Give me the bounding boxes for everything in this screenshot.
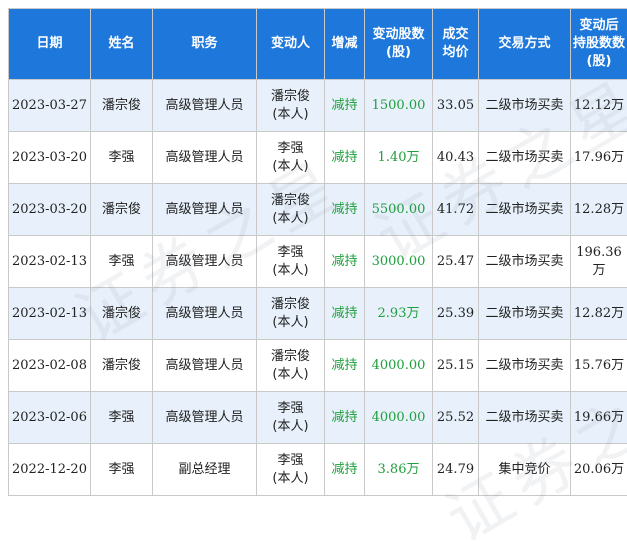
cell-changer: 潘宗俊(本人) bbox=[257, 340, 325, 392]
cell-shares: 4000.00 bbox=[365, 340, 433, 392]
cell-position: 高级管理人员 bbox=[153, 392, 257, 444]
cell-changer: 李强(本人) bbox=[257, 444, 325, 496]
table-row[interactable]: 2022-12-20李强副总经理李强(本人)减持3.86万24.79集中竞价20… bbox=[9, 444, 627, 496]
cell-date: 2023-03-27 bbox=[9, 80, 91, 132]
table-row[interactable]: 2023-02-06李强高级管理人员李强(本人)减持4000.0025.52二级… bbox=[9, 392, 627, 444]
cell-position: 高级管理人员 bbox=[153, 236, 257, 288]
cell-price: 25.47 bbox=[433, 236, 479, 288]
cell-shares: 5500.00 bbox=[365, 184, 433, 236]
table-header-row: 日期 姓名 职务 变动人 增减 变动股数(股) 成交均价 交易方式 变动后持股数… bbox=[9, 9, 627, 80]
cell-changer: 李强(本人) bbox=[257, 132, 325, 184]
cell-direction: 减持 bbox=[325, 184, 365, 236]
cell-holding: 15.76万 bbox=[571, 340, 627, 392]
table-row[interactable]: 2023-02-13潘宗俊高级管理人员潘宗俊(本人)减持2.93万25.39二级… bbox=[9, 288, 627, 340]
cell-changer: 潘宗俊(本人) bbox=[257, 80, 325, 132]
cell-price: 24.79 bbox=[433, 444, 479, 496]
cell-holding: 196.36万 bbox=[571, 236, 627, 288]
cell-date: 2023-02-06 bbox=[9, 392, 91, 444]
table-row[interactable]: 2023-03-20李强高级管理人员李强(本人)减持1.40万40.43二级市场… bbox=[9, 132, 627, 184]
column-header-price[interactable]: 成交均价 bbox=[433, 9, 479, 80]
cell-direction: 减持 bbox=[325, 80, 365, 132]
cell-name: 李强 bbox=[91, 236, 153, 288]
column-header-changer[interactable]: 变动人 bbox=[257, 9, 325, 80]
table-row[interactable]: 2023-02-13李强高级管理人员李强(本人)减持3000.0025.47二级… bbox=[9, 236, 627, 288]
table-row[interactable]: 2023-03-20潘宗俊高级管理人员潘宗俊(本人)减持5500.0041.72… bbox=[9, 184, 627, 236]
cell-price: 41.72 bbox=[433, 184, 479, 236]
cell-holding: 12.28万 bbox=[571, 184, 627, 236]
cell-method: 二级市场买卖 bbox=[479, 340, 571, 392]
insider-trading-table-container: 日期 姓名 职务 变动人 增减 变动股数(股) 成交均价 交易方式 变动后持股数… bbox=[8, 8, 627, 496]
cell-direction: 减持 bbox=[325, 392, 365, 444]
cell-price: 33.05 bbox=[433, 80, 479, 132]
insider-trading-table: 日期 姓名 职务 变动人 增减 变动股数(股) 成交均价 交易方式 变动后持股数… bbox=[8, 8, 627, 496]
cell-changer: 李强(本人) bbox=[257, 392, 325, 444]
cell-changer: 李强(本人) bbox=[257, 236, 325, 288]
cell-name: 潘宗俊 bbox=[91, 340, 153, 392]
cell-direction: 减持 bbox=[325, 236, 365, 288]
cell-date: 2023-02-08 bbox=[9, 340, 91, 392]
cell-name: 潘宗俊 bbox=[91, 80, 153, 132]
cell-date: 2023-03-20 bbox=[9, 132, 91, 184]
cell-changer: 潘宗俊(本人) bbox=[257, 184, 325, 236]
cell-shares: 3.86万 bbox=[365, 444, 433, 496]
table-body: 2023-03-27潘宗俊高级管理人员潘宗俊(本人)减持1500.0033.05… bbox=[9, 80, 627, 496]
column-header-direction[interactable]: 增减 bbox=[325, 9, 365, 80]
cell-position: 高级管理人员 bbox=[153, 288, 257, 340]
cell-holding: 12.12万 bbox=[571, 80, 627, 132]
cell-method: 二级市场买卖 bbox=[479, 392, 571, 444]
cell-price: 25.15 bbox=[433, 340, 479, 392]
cell-price: 40.43 bbox=[433, 132, 479, 184]
cell-date: 2022-12-20 bbox=[9, 444, 91, 496]
cell-price: 25.39 bbox=[433, 288, 479, 340]
cell-holding: 12.82万 bbox=[571, 288, 627, 340]
cell-holding: 20.06万 bbox=[571, 444, 627, 496]
cell-method: 二级市场买卖 bbox=[479, 80, 571, 132]
cell-direction: 减持 bbox=[325, 132, 365, 184]
column-header-method[interactable]: 交易方式 bbox=[479, 9, 571, 80]
column-header-name[interactable]: 姓名 bbox=[91, 9, 153, 80]
cell-shares: 1.40万 bbox=[365, 132, 433, 184]
cell-direction: 减持 bbox=[325, 288, 365, 340]
cell-method: 集中竞价 bbox=[479, 444, 571, 496]
cell-holding: 19.66万 bbox=[571, 392, 627, 444]
cell-position: 高级管理人员 bbox=[153, 340, 257, 392]
cell-name: 李强 bbox=[91, 444, 153, 496]
cell-name: 李强 bbox=[91, 392, 153, 444]
cell-position: 高级管理人员 bbox=[153, 132, 257, 184]
cell-date: 2023-02-13 bbox=[9, 288, 91, 340]
table-row[interactable]: 2023-03-27潘宗俊高级管理人员潘宗俊(本人)减持1500.0033.05… bbox=[9, 80, 627, 132]
cell-holding: 17.96万 bbox=[571, 132, 627, 184]
column-header-date[interactable]: 日期 bbox=[9, 9, 91, 80]
column-header-shares[interactable]: 变动股数(股) bbox=[365, 9, 433, 80]
cell-position: 副总经理 bbox=[153, 444, 257, 496]
cell-direction: 减持 bbox=[325, 340, 365, 392]
cell-shares: 3000.00 bbox=[365, 236, 433, 288]
cell-shares: 4000.00 bbox=[365, 392, 433, 444]
cell-method: 二级市场买卖 bbox=[479, 184, 571, 236]
column-header-position[interactable]: 职务 bbox=[153, 9, 257, 80]
cell-date: 2023-03-20 bbox=[9, 184, 91, 236]
cell-shares: 2.93万 bbox=[365, 288, 433, 340]
cell-method: 二级市场买卖 bbox=[479, 132, 571, 184]
cell-shares: 1500.00 bbox=[365, 80, 433, 132]
table-row[interactable]: 2023-02-08潘宗俊高级管理人员潘宗俊(本人)减持4000.0025.15… bbox=[9, 340, 627, 392]
cell-method: 二级市场买卖 bbox=[479, 288, 571, 340]
cell-position: 高级管理人员 bbox=[153, 80, 257, 132]
cell-name: 潘宗俊 bbox=[91, 288, 153, 340]
cell-price: 25.52 bbox=[433, 392, 479, 444]
cell-date: 2023-02-13 bbox=[9, 236, 91, 288]
cell-direction: 减持 bbox=[325, 444, 365, 496]
cell-method: 二级市场买卖 bbox=[479, 236, 571, 288]
cell-position: 高级管理人员 bbox=[153, 184, 257, 236]
column-header-holding[interactable]: 变动后持股数数(股) bbox=[571, 9, 627, 80]
cell-name: 潘宗俊 bbox=[91, 184, 153, 236]
cell-changer: 潘宗俊(本人) bbox=[257, 288, 325, 340]
cell-name: 李强 bbox=[91, 132, 153, 184]
